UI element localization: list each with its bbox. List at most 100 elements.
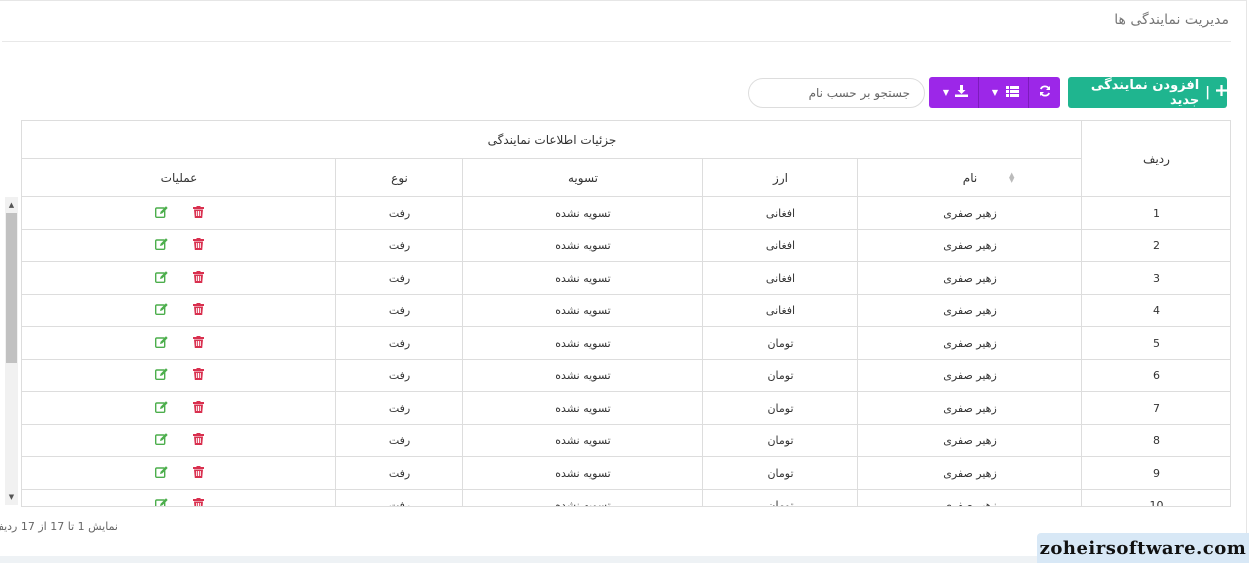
cell-name: زهیر صفری: [943, 239, 997, 253]
row-actions: [154, 205, 204, 221]
cell-operations: [22, 230, 336, 263]
cell-settlement: تسویه نشده: [555, 434, 611, 448]
cell-row-index: 9: [1153, 466, 1160, 480]
cell-currency: افغانی: [765, 239, 796, 253]
scrollbar-thumb[interactable]: [6, 213, 17, 363]
cell-settlement: تسویه نشده: [555, 499, 611, 507]
cell-settlement: تسویه نشده: [555, 206, 611, 220]
add-agency-button[interactable]: | افزودن نمایندگی جدید: [1068, 77, 1227, 108]
trash-icon[interactable]: [192, 270, 204, 286]
cell-row-index: 5: [1153, 336, 1160, 350]
trash-icon[interactable]: [192, 368, 204, 383]
edit-icon[interactable]: [154, 303, 168, 318]
cell-settlement: تسویه نشده: [555, 401, 611, 415]
edit-icon[interactable]: [154, 401, 168, 416]
columns-button[interactable]: ▼: [978, 77, 1028, 108]
cell-operations: [22, 197, 336, 230]
cell-type: رفت: [388, 206, 411, 220]
row-actions: [154, 270, 204, 286]
plus-icon: [1216, 85, 1227, 100]
cell-name: زهیر صفری: [943, 304, 997, 318]
table-tools-group: ▼ ▼: [929, 77, 1060, 108]
trash-icon[interactable]: [192, 498, 204, 506]
cell-name: زهیر صفری: [943, 271, 997, 285]
edit-icon[interactable]: [154, 466, 168, 481]
scroll-down-icon[interactable]: ▼: [5, 493, 18, 501]
cell-currency: تومان: [767, 369, 794, 383]
trash-icon[interactable]: [192, 400, 204, 416]
cell-name: زهیر صفری: [943, 434, 997, 448]
cell-type: رفت: [388, 499, 411, 507]
table-scrollbar[interactable]: ▲ ▼: [5, 197, 18, 505]
cell-type: رفت: [388, 336, 411, 350]
edit-icon[interactable]: [154, 368, 168, 383]
cell-settlement: تسویه نشده: [555, 239, 611, 253]
trash-icon[interactable]: [192, 433, 204, 448]
cell-row-index: 10: [1149, 499, 1164, 507]
edit-icon[interactable]: [154, 238, 168, 253]
scroll-up-icon[interactable]: ▲: [5, 201, 18, 209]
title-divider: [2, 41, 1231, 42]
row-actions: [154, 400, 204, 416]
trash-icon[interactable]: [192, 465, 204, 481]
cell-operations: [22, 295, 336, 328]
cell-name: زهیر صفری: [943, 499, 997, 507]
cell-row-index: 2: [1153, 239, 1160, 253]
add-button-label: افزودن نمایندگی جدید: [1090, 77, 1200, 108]
cell-type: رفت: [388, 239, 411, 253]
cell-currency: تومان: [767, 336, 794, 350]
grid-icon: [1006, 85, 1020, 100]
cell-settlement: تسویه نشده: [555, 271, 611, 285]
cell-currency: تومان: [767, 466, 794, 480]
trash-icon[interactable]: [192, 335, 204, 351]
cell-type: رفت: [388, 401, 411, 415]
cell-name: زهیر صفری: [943, 401, 997, 415]
column-header-type[interactable]: نوع: [336, 159, 463, 197]
column-header-operations: عملیات: [160, 171, 198, 185]
edit-icon[interactable]: [154, 433, 168, 448]
edit-icon[interactable]: [154, 498, 168, 506]
edit-icon[interactable]: [154, 271, 168, 286]
cell-currency: افغانی: [765, 271, 796, 285]
cell-type: رفت: [388, 271, 411, 285]
trash-icon[interactable]: [192, 205, 204, 221]
cell-settlement: تسویه نشده: [555, 336, 611, 350]
edit-icon[interactable]: [154, 336, 168, 351]
cell-operations: [22, 392, 336, 425]
edit-icon[interactable]: [154, 206, 168, 221]
refresh-button[interactable]: [1028, 77, 1060, 108]
grid-line: [22, 158, 1082, 159]
export-button[interactable]: ▼: [929, 77, 978, 108]
cell-row-index: 4: [1153, 304, 1160, 318]
cell-operations: [22, 490, 336, 506]
cell-name: زهیر صفری: [943, 369, 997, 383]
cell-row-index: 8: [1153, 434, 1160, 448]
cell-name: زهیر صفری: [943, 466, 997, 480]
cell-name: زهیر صفری: [943, 206, 997, 220]
cell-type: رفت: [388, 434, 411, 448]
cell-row-index: 1: [1153, 206, 1160, 220]
row-actions: [154, 368, 204, 383]
cell-currency: تومان: [767, 401, 794, 415]
sort-icon[interactable]: ▲ ▼: [1009, 172, 1014, 184]
column-header-currency[interactable]: ارز: [703, 159, 858, 197]
cell-operations: [22, 360, 336, 393]
row-actions: [154, 303, 204, 318]
cell-settlement: تسویه نشده: [555, 304, 611, 318]
group-header-details: جزئیات اطلاعات نمایندگی: [487, 133, 617, 147]
search-input[interactable]: [748, 78, 925, 108]
cell-type: رفت: [388, 466, 411, 480]
cell-currency: تومان: [767, 499, 794, 507]
row-actions: [154, 465, 204, 481]
cell-currency: تومان: [767, 434, 794, 448]
cell-type: رفت: [388, 304, 411, 318]
add-button-separator: |: [1205, 85, 1210, 100]
trash-icon[interactable]: [192, 238, 204, 253]
column-header-row-index[interactable]: ردیف: [1082, 121, 1230, 197]
trash-icon[interactable]: [192, 303, 204, 318]
cell-operations: [22, 457, 336, 490]
agency-table: ردیف جزئیات اطلاعات نمایندگی نام ▲ ▼ ارز …: [21, 120, 1231, 507]
cell-type: رفت: [388, 369, 411, 383]
column-header-settlement[interactable]: تسویه: [463, 159, 703, 197]
column-header-name[interactable]: نام: [858, 159, 1082, 197]
